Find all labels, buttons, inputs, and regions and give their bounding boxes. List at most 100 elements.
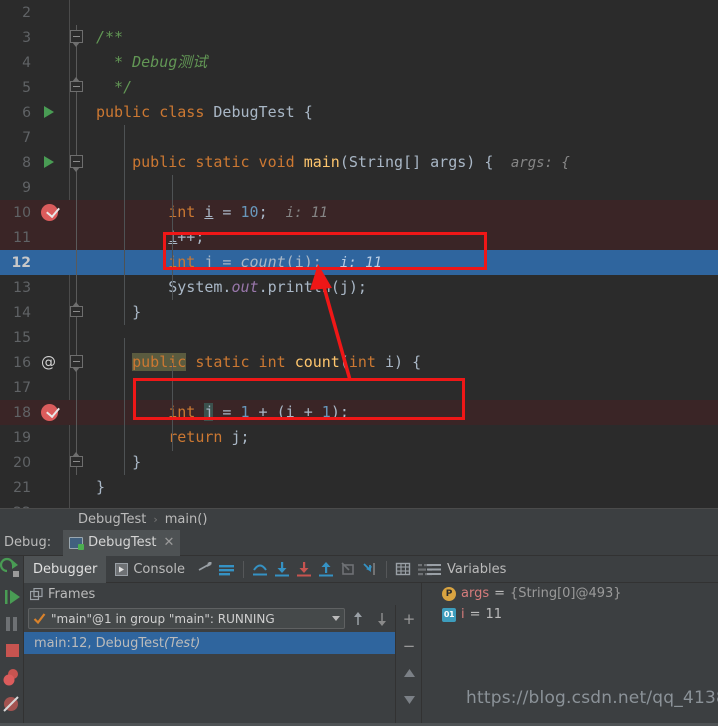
remove-watch-button[interactable]: − — [396, 632, 422, 659]
fold-line[interactable] — [66, 225, 88, 250]
rerun-button[interactable] — [0, 556, 24, 583]
annotation-gutter-icon[interactable]: @ — [36, 350, 66, 375]
fold-line[interactable] — [66, 400, 88, 425]
fold-region-start-icon[interactable] — [66, 25, 88, 50]
frames-controls[interactable]: "main"@1 in group "main": RUNNING — [24, 605, 421, 632]
fold-line[interactable] — [66, 125, 88, 150]
step-over-button[interactable] — [249, 556, 271, 583]
run-gutter-icon[interactable] — [36, 150, 66, 175]
resume-program-button[interactable] — [0, 583, 24, 610]
frame-stack-row[interactable]: main:12, DebugTest (Test) — [24, 632, 421, 654]
code-line-11[interactable]: 11 i++; — [0, 225, 718, 250]
code-line-21[interactable]: 21} — [0, 475, 718, 500]
code-line-3[interactable]: 3 /** — [0, 25, 718, 50]
code-line-16[interactable]: 16 @ public static int count(int i) { — [0, 350, 718, 375]
code-text[interactable]: System.out.println(j); — [88, 275, 718, 300]
fold-line[interactable] — [66, 50, 88, 75]
code-line-12[interactable]: 12 int j = count(i); i: 11 — [0, 250, 718, 275]
fold-line[interactable] — [66, 425, 88, 450]
code-text[interactable]: public static void main(String[] args) {… — [88, 150, 718, 176]
fold-line[interactable] — [66, 325, 88, 350]
code-text[interactable]: } — [88, 300, 718, 325]
code-text[interactable]: * Debug测试 — [88, 50, 718, 75]
close-icon[interactable]: ✕ — [164, 535, 175, 550]
line-number: 19 — [13, 429, 31, 446]
code-line-7[interactable]: 7 — [0, 125, 718, 150]
evaluate-expression-button[interactable] — [392, 556, 414, 583]
code-lines[interactable]: 2 3/** 4 * Debug测试 5 */ 6 public class DebugT… — [0, 0, 718, 525]
code-line-2[interactable]: 2 — [0, 0, 718, 25]
pin-tab-icon[interactable] — [194, 556, 216, 583]
code-line-14[interactable]: 14 } — [0, 300, 718, 325]
fold-region-start-icon[interactable] — [66, 350, 88, 375]
code-text[interactable]: int i = 10; i: 11 — [88, 200, 718, 226]
code-text[interactable]: public static int count(int i) { — [88, 350, 718, 375]
scroll-up-button[interactable] — [396, 659, 422, 686]
view-breakpoints-button[interactable] — [0, 664, 24, 691]
code-text[interactable]: int j = count(i); i: 11 — [88, 250, 718, 276]
code-line-19[interactable]: 19 return j; — [0, 425, 718, 450]
fold-line[interactable] — [66, 375, 88, 400]
line-number: 6 — [22, 104, 31, 121]
code-text[interactable]: i++; — [88, 225, 718, 250]
code-text[interactable]: } — [88, 450, 718, 475]
code-line-10[interactable]: 10 int i = 10; i: 11 — [0, 200, 718, 225]
code-text[interactable]: */ — [88, 75, 718, 100]
fold-line[interactable] — [66, 250, 88, 275]
move-frame-down-button[interactable] — [371, 608, 393, 629]
fold-region-end-icon[interactable] — [66, 300, 88, 325]
fold-line[interactable] — [66, 200, 88, 225]
run-gutter-icon[interactable] — [36, 100, 66, 125]
code-text[interactable]: return j; — [88, 425, 718, 450]
show-execution-point-button[interactable] — [216, 556, 238, 583]
code-line-6[interactable]: 6 public class DebugTest { — [0, 100, 718, 125]
debug-session-tab[interactable]: DebugTest ✕ — [63, 529, 181, 556]
code-line-18[interactable]: 18 int j = 1 + (i + 1); — [0, 400, 718, 425]
thread-selector[interactable]: "main"@1 in group "main": RUNNING — [28, 608, 345, 629]
fold-region-end-icon[interactable] — [66, 450, 88, 475]
variable-row[interactable]: 01 i = 11 — [422, 604, 718, 625]
code-text[interactable]: public class DebugTest { — [88, 100, 718, 125]
pause-program-button[interactable] — [0, 610, 24, 637]
tab-console[interactable]: Console — [106, 556, 194, 583]
variables-list[interactable]: Pargs = {String[0]@493} 01 i = 11 — [422, 583, 718, 625]
variable-row[interactable]: Pargs = {String[0]@493} — [422, 583, 718, 604]
code-line-9[interactable]: 9 — [0, 175, 718, 200]
code-line-20[interactable]: 20 } — [0, 450, 718, 475]
chevron-down-icon[interactable] — [332, 616, 340, 621]
code-text[interactable]: /** — [88, 25, 718, 50]
fold-line[interactable] — [66, 100, 88, 125]
tab-debugger[interactable]: Debugger — [24, 555, 107, 583]
code-line-17[interactable]: 17 — [0, 375, 718, 400]
drop-frame-button[interactable] — [337, 556, 359, 583]
stop-button[interactable] — [0, 637, 24, 664]
code-text[interactable]: int j = 1 + (i + 1); — [88, 400, 718, 425]
fold-line[interactable] — [66, 175, 88, 200]
breakpoint-icon[interactable] — [36, 400, 66, 425]
frames-side-buttons[interactable]: + − — [395, 605, 421, 726]
step-out-button[interactable] — [315, 556, 337, 583]
force-step-into-button[interactable] — [293, 556, 315, 583]
step-into-button[interactable] — [271, 556, 293, 583]
gutter-blank — [36, 300, 66, 325]
breadcrumb[interactable]: DebugTest › main() — [0, 508, 718, 530]
fold-region-end-icon[interactable] — [66, 75, 88, 100]
breakpoint-icon[interactable] — [36, 200, 66, 225]
fold-region-start-icon[interactable] — [66, 150, 88, 175]
move-frame-up-button[interactable] — [347, 608, 369, 629]
code-editor[interactable]: 2 3/** 4 * Debug测试 5 */ 6 public class DebugT… — [0, 0, 718, 521]
breadcrumb-method[interactable]: main() — [165, 512, 208, 527]
code-line-5[interactable]: 5 */ — [0, 75, 718, 100]
scroll-down-button[interactable] — [396, 686, 422, 713]
code-line-8[interactable]: 8 public static void main(String[] args)… — [0, 150, 718, 175]
breadcrumb-class[interactable]: DebugTest — [78, 512, 146, 527]
fold-line[interactable] — [66, 275, 88, 300]
code-line-15[interactable]: 15 — [0, 325, 718, 350]
code-line-4[interactable]: 4 * Debug测试 — [0, 50, 718, 75]
mute-breakpoints-button[interactable] — [0, 691, 24, 718]
add-watch-button[interactable]: + — [396, 605, 422, 632]
run-to-cursor-button[interactable] — [359, 556, 381, 583]
debug-side-toolbar[interactable] — [0, 556, 24, 726]
code-line-13[interactable]: 13 System.out.println(j); — [0, 275, 718, 300]
code-text[interactable]: } — [88, 475, 718, 500]
